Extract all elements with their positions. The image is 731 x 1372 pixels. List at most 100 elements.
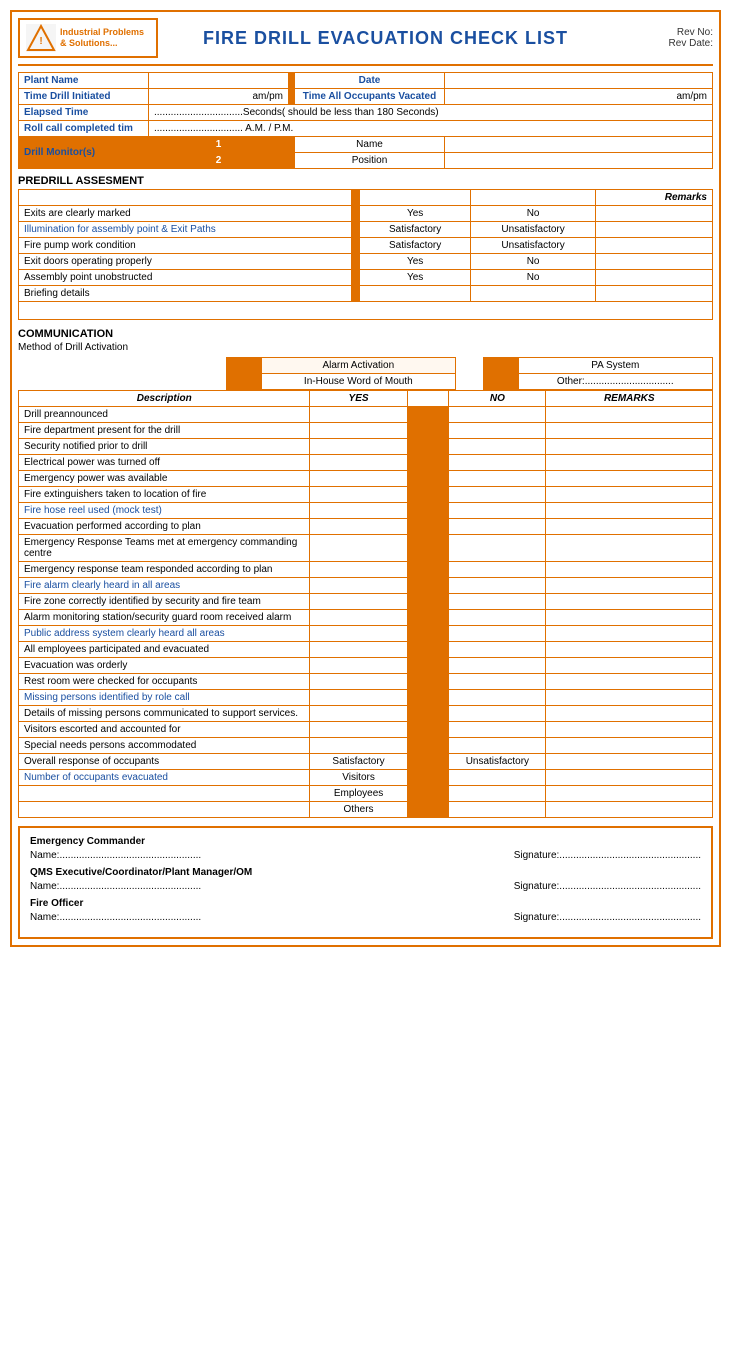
cl-no-11[interactable] (449, 594, 546, 610)
cl-no-8[interactable] (449, 535, 546, 562)
cl-remarks-13[interactable] (546, 626, 713, 642)
cl-remarks-4[interactable] (546, 471, 713, 487)
cl-yes-3[interactable] (310, 455, 407, 471)
cl-yes-17[interactable] (310, 690, 407, 706)
monitor-label: Drill Monitor(s) (19, 137, 149, 169)
predrill-col1-5[interactable] (360, 286, 471, 302)
cl-no-16[interactable] (449, 674, 546, 690)
checklist-header: Description YES NO REMARKS (19, 391, 713, 407)
cl-remarks-15[interactable] (546, 658, 713, 674)
cl-remarks-5[interactable] (546, 487, 713, 503)
cl-yes-4[interactable] (310, 471, 407, 487)
cl-no-12[interactable] (449, 610, 546, 626)
date-value[interactable] (445, 73, 713, 89)
cl-label-3: Electrical power was turned off (19, 455, 310, 471)
predrill-col1-1: Satisfactory (360, 222, 471, 238)
cl-remarks-10[interactable] (546, 578, 713, 594)
cl-no-2[interactable] (449, 439, 546, 455)
predrill-remarks-2[interactable] (596, 238, 713, 254)
cl-visitors-remarks[interactable] (546, 770, 713, 786)
cl-no-0[interactable] (449, 407, 546, 423)
cl-yes-2[interactable] (310, 439, 407, 455)
predrill-remarks-3[interactable] (596, 254, 713, 270)
cl-yes-12[interactable] (310, 610, 407, 626)
cl-row-4: Emergency power was available (19, 471, 713, 487)
cl-yes-11[interactable] (310, 594, 407, 610)
predrill-remarks-0[interactable] (596, 206, 713, 222)
cl-no-19[interactable] (449, 722, 546, 738)
cl-yes-20[interactable] (310, 738, 407, 754)
cl-remarks-16[interactable] (546, 674, 713, 690)
cl-remarks-8[interactable] (546, 535, 713, 562)
cl-remarks-12[interactable] (546, 610, 713, 626)
cl-no-17[interactable] (449, 690, 546, 706)
cl-remarks-0[interactable] (546, 407, 713, 423)
cl-yes-13[interactable] (310, 626, 407, 642)
cl-yes-6[interactable] (310, 503, 407, 519)
cl-yes-0[interactable] (310, 407, 407, 423)
predrill-label-5: Briefing details (19, 286, 352, 302)
cl-row-overall: Overall response of occupants Satisfacto… (19, 754, 713, 770)
cl-remarks-14[interactable] (546, 642, 713, 658)
cl-employees-value[interactable] (449, 786, 546, 802)
cl-yes-14[interactable] (310, 642, 407, 658)
cl-remarks-6[interactable] (546, 503, 713, 519)
cl-visitors-value[interactable] (449, 770, 546, 786)
cl-remarks-3[interactable] (546, 455, 713, 471)
cl-others-remarks[interactable] (546, 802, 713, 818)
cl-no-18[interactable] (449, 706, 546, 722)
cl-remarks-9[interactable] (546, 562, 713, 578)
cl-remarks-18[interactable] (546, 706, 713, 722)
predrill-col1-4: Yes (360, 270, 471, 286)
cl-no-9[interactable] (449, 562, 546, 578)
cl-no-1[interactable] (449, 423, 546, 439)
predrill-remarks-4[interactable] (596, 270, 713, 286)
cl-remarks-7[interactable] (546, 519, 713, 535)
cl-no-10[interactable] (449, 578, 546, 594)
plant-name-value[interactable] (149, 73, 289, 89)
cl-remarks-20[interactable] (546, 738, 713, 754)
cl-no-13[interactable] (449, 626, 546, 642)
predrill-label-3: Exit doors operating properly (19, 254, 352, 270)
sig-row-0: Emergency Commander Name:...............… (30, 836, 701, 861)
predrill-col1-3: Yes (360, 254, 471, 270)
cl-label-10: Fire alarm clearly heard in all areas (19, 578, 310, 594)
predrill-remarks-1[interactable] (596, 222, 713, 238)
cl-yes-10[interactable] (310, 578, 407, 594)
cl-others-label: Others (310, 802, 407, 818)
cl-yes-16[interactable] (310, 674, 407, 690)
predrill-empty (19, 302, 713, 320)
cl-remarks-19[interactable] (546, 722, 713, 738)
monitor2-pos-value[interactable] (445, 153, 713, 169)
cl-no-20[interactable] (449, 738, 546, 754)
cl-employees-remarks[interactable] (546, 786, 713, 802)
monitor1-name-value[interactable] (445, 137, 713, 153)
cl-yes-18[interactable] (310, 706, 407, 722)
sig-name-1: Name:...................................… (30, 881, 201, 892)
cl-remarks-17[interactable] (546, 690, 713, 706)
cl-yes-7[interactable] (310, 519, 407, 535)
sig-role-1: QMS Executive/Coordinator/Plant Manager/… (30, 867, 701, 878)
cl-others-value[interactable] (449, 802, 546, 818)
cl-yes-5[interactable] (310, 487, 407, 503)
cl-no-3[interactable] (449, 455, 546, 471)
cl-yes-15[interactable] (310, 658, 407, 674)
cl-no-4[interactable] (449, 471, 546, 487)
cl-remarks-1[interactable] (546, 423, 713, 439)
cl-row-19: Visitors escorted and accounted for (19, 722, 713, 738)
cl-yes-9[interactable] (310, 562, 407, 578)
predrill-remarks-5[interactable] (596, 286, 713, 302)
cl-overall-remarks[interactable] (546, 754, 713, 770)
cl-yes-1[interactable] (310, 423, 407, 439)
cl-no-7[interactable] (449, 519, 546, 535)
cl-no-15[interactable] (449, 658, 546, 674)
cl-remarks-2[interactable] (546, 439, 713, 455)
cl-yes-19[interactable] (310, 722, 407, 738)
cl-no-5[interactable] (449, 487, 546, 503)
cl-no-6[interactable] (449, 503, 546, 519)
cl-no-14[interactable] (449, 642, 546, 658)
cl-yes-8[interactable] (310, 535, 407, 562)
predrill-col2-5[interactable] (471, 286, 596, 302)
cl-remarks-11[interactable] (546, 594, 713, 610)
cl-label-4: Emergency power was available (19, 471, 310, 487)
